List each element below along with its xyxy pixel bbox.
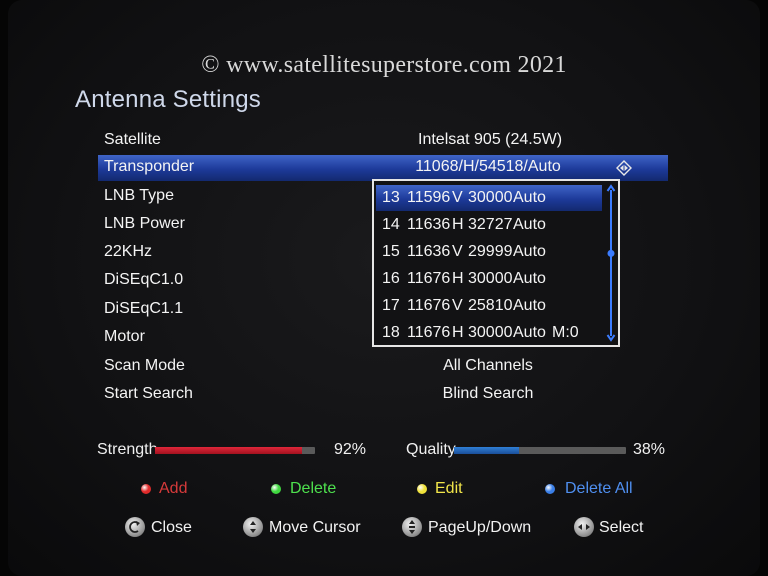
page-up-down-icon <box>402 517 422 537</box>
tp-frequency: 11636 <box>407 216 451 233</box>
green-dot-icon <box>271 484 281 494</box>
red-dot-icon <box>141 484 151 494</box>
left-right-arrow-icon[interactable] <box>616 160 632 176</box>
nav-label: Move Cursor <box>269 519 361 536</box>
tp-fec: Auto <box>513 297 546 314</box>
menu-label: Motor <box>104 328 145 345</box>
strength-meter-fill <box>155 447 303 454</box>
quality-label: Quality <box>406 441 456 458</box>
tp-number: 16 <box>382 270 400 287</box>
tp-extra: M:0 <box>552 324 579 341</box>
transponder-item[interactable]: 13 11596 V 30000 Auto <box>376 185 602 211</box>
transponder-item[interactable]: 14 11636 H 32727 Auto <box>376 212 602 238</box>
tp-symbol-rate: 29999 <box>468 243 513 260</box>
nav-label: Close <box>151 519 192 536</box>
tp-polarity: V <box>452 297 463 314</box>
quality-meter <box>454 447 626 454</box>
nav-label: Select <box>599 519 644 536</box>
tp-number: 18 <box>382 324 400 341</box>
tp-frequency: 11676 <box>407 324 451 341</box>
tp-frequency: 11636 <box>407 243 451 260</box>
menu-value: Intelsat 905 (24.5W) <box>418 131 563 148</box>
menu-label: DiSEqC1.1 <box>104 300 184 317</box>
transponder-list-popup: 13 11596 V 30000 Auto 14 11636 H 32727 A… <box>372 179 620 347</box>
transponder-item[interactable]: 15 11636 V 29999 Auto <box>376 239 602 265</box>
tp-fec: Auto <box>513 243 546 260</box>
up-down-icon <box>243 517 263 537</box>
tp-polarity: V <box>452 189 463 206</box>
menu-row-start-search[interactable]: Start Search Blind Search <box>98 382 668 408</box>
tp-frequency: 11676 <box>407 297 451 314</box>
yellow-dot-icon <box>417 484 427 494</box>
menu-value: Blind Search <box>442 385 534 402</box>
quality-meter-fill <box>454 447 520 454</box>
transponder-item[interactable]: 17 11676 V 25810 Auto <box>376 293 602 319</box>
blue-dot-icon <box>545 484 555 494</box>
menu-label: DiSEqC1.0 <box>104 271 184 288</box>
tp-frequency: 11676 <box>407 270 451 287</box>
color-key-label: Edit <box>435 480 463 497</box>
menu-value: 11068/H/54518/Auto <box>415 158 561 175</box>
strength-meter <box>155 447 315 454</box>
menu-label: Transponder <box>104 158 195 175</box>
menu-label: Satellite <box>104 131 161 148</box>
tp-fec: Auto <box>513 324 546 341</box>
tp-polarity: V <box>452 243 463 260</box>
transponder-item[interactable]: 18 11676 H 30000 Auto M:0 <box>376 320 602 346</box>
nav-label: PageUp/Down <box>428 519 532 536</box>
list-scrollbar[interactable] <box>606 184 616 342</box>
menu-label: Start Search <box>104 385 193 402</box>
tp-polarity: H <box>452 324 464 341</box>
tp-fec: Auto <box>513 270 546 287</box>
menu-row-transponder[interactable]: Transponder 11068/H/54518/Auto <box>98 155 668 181</box>
color-key-label: Delete <box>290 480 337 497</box>
menu-value: All Channels <box>443 357 533 374</box>
menu-row-satellite[interactable]: Satellite Intelsat 905 (24.5W) <box>98 128 668 154</box>
tp-number: 15 <box>382 243 400 260</box>
tp-number: 13 <box>382 189 400 206</box>
tp-symbol-rate: 30000 <box>468 270 513 287</box>
tp-polarity: H <box>452 270 464 287</box>
tp-symbol-rate: 32727 <box>468 216 513 233</box>
color-key-label: Delete All <box>565 480 633 497</box>
color-key-label: Add <box>159 480 188 497</box>
tp-number: 17 <box>382 297 400 314</box>
tp-polarity: H <box>452 216 464 233</box>
tp-symbol-rate: 30000 <box>468 324 513 341</box>
strength-value: 92% <box>334 441 367 458</box>
transponder-item[interactable]: 16 11676 H 30000 Auto <box>376 266 602 292</box>
tp-fec: Auto <box>513 216 546 233</box>
page-title: Antenna Settings <box>75 86 262 113</box>
copyright-watermark: © www.satellitesuperstore.com 2021 <box>201 52 567 78</box>
quality-value: 38% <box>633 441 666 458</box>
left-right-icon <box>574 517 594 537</box>
exit-icon <box>125 517 145 537</box>
menu-label: 22KHz <box>104 243 153 260</box>
tp-symbol-rate: 30000 <box>468 189 513 206</box>
menu-label: LNB Power <box>104 215 185 232</box>
menu-row-scan-mode[interactable]: Scan Mode All Channels <box>98 354 668 380</box>
scroll-thumb <box>607 249 615 257</box>
tp-fec: Auto <box>513 189 546 206</box>
tp-number: 14 <box>382 216 400 233</box>
tp-symbol-rate: 25810 <box>468 297 513 314</box>
menu-label: LNB Type <box>104 187 174 204</box>
tp-frequency: 11596 <box>407 189 451 206</box>
menu-label: Scan Mode <box>104 357 185 374</box>
strength-label: Strength <box>97 441 158 458</box>
